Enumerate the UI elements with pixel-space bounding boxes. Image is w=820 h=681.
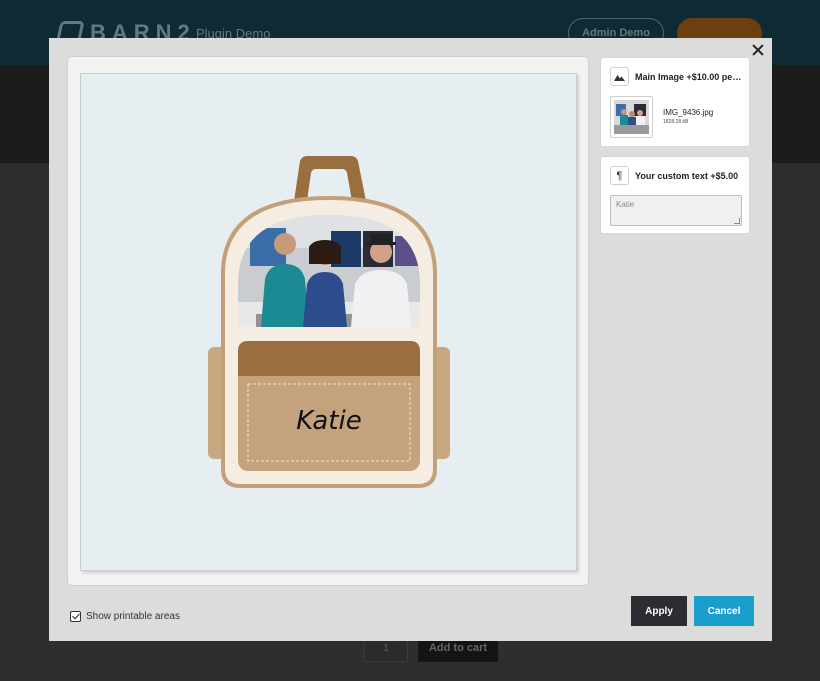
image-thumbnail[interactable]	[610, 96, 653, 138]
strap-handle	[294, 156, 366, 201]
pocket-flap	[238, 341, 420, 376]
custom-text-title: Your custom text +$5.00	[635, 170, 739, 181]
cancel-button[interactable]: Cancel	[694, 596, 754, 626]
uploaded-file-size: 1828.18 kB	[663, 119, 689, 125]
design-canvas[interactable]: Katie	[80, 73, 577, 571]
main-image-field: Main Image +$10.00 per ... IMG_9436.jpg …	[600, 57, 750, 147]
show-printable-areas-toggle[interactable]: Show printable areas	[70, 611, 180, 622]
custom-text-input[interactable]: Katie	[610, 195, 742, 226]
backpack-preview: Katie	[208, 156, 450, 488]
image-icon	[610, 67, 629, 86]
preview-panel: Katie	[67, 56, 589, 586]
main-image-header: Main Image +$10.00 per ...	[610, 67, 744, 86]
custom-text-preview: Katie	[296, 406, 361, 436]
custom-text-field: ¶ Your custom text +$5.00 Katie	[600, 156, 750, 234]
customizer-modal: Katie Main Image +$10.00 per ... IMG_943…	[49, 38, 772, 641]
apply-button[interactable]: Apply	[631, 596, 687, 626]
close-icon[interactable]	[750, 42, 766, 58]
uploaded-file-name: IMG_9436.jpg	[663, 108, 714, 117]
show-printable-areas-label: Show printable areas	[86, 611, 180, 622]
custom-text-header: ¶ Your custom text +$5.00	[610, 166, 744, 185]
paragraph-icon: ¶	[610, 166, 629, 185]
main-image-title: Main Image +$10.00 per ...	[635, 71, 744, 82]
uploaded-photo	[238, 215, 420, 327]
show-printable-areas-checkbox[interactable]	[70, 611, 81, 622]
